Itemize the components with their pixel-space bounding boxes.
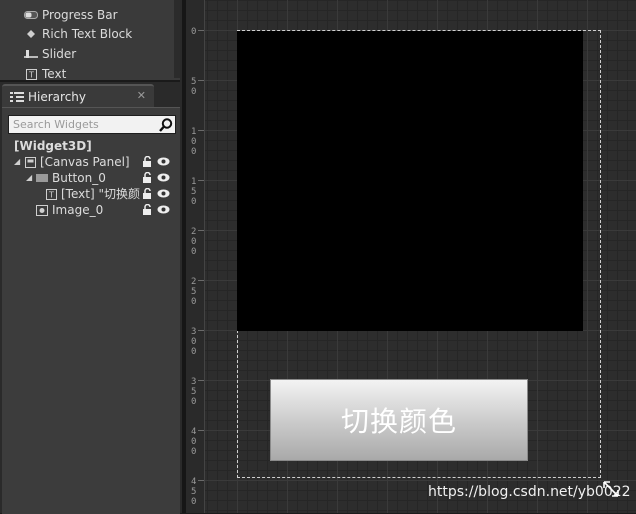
- palette-item-slider[interactable]: Slider: [24, 44, 76, 64]
- tree-item-image[interactable]: Image_0: [36, 202, 103, 218]
- eye-icon[interactable]: [157, 204, 170, 215]
- widget-palette: Progress Bar Rich Text Block Slider T Te…: [0, 0, 180, 82]
- lock-icon[interactable]: [142, 188, 153, 199]
- svg-text:T: T: [48, 190, 54, 199]
- tree-item-label: Button_0: [52, 171, 106, 185]
- lock-icon[interactable]: [142, 156, 153, 167]
- hierarchy-panel: [Widget3D] ◢ [Canvas Panel] ◢ Button_0: [2, 107, 180, 514]
- switch-color-button[interactable]: 切换颜色: [270, 379, 528, 461]
- tree-item-label: [Text] "切换颜色: [61, 187, 140, 201]
- eye-icon[interactable]: [157, 156, 170, 167]
- search-box: [8, 115, 176, 134]
- ruler-label: 300: [191, 327, 197, 357]
- palette-item-label: Slider: [42, 47, 77, 61]
- tree-item-text[interactable]: T [Text] "切换颜色: [46, 186, 140, 202]
- tree-item-button[interactable]: ◢ Button_0: [26, 170, 106, 186]
- vertical-ruler: 0 50 100 150 200 250 300 350 400 450: [186, 0, 205, 513]
- row-actions: [142, 188, 170, 199]
- tree-item-label: [Canvas Panel]: [40, 155, 130, 169]
- row-actions: [142, 156, 170, 167]
- lock-icon[interactable]: [142, 204, 153, 215]
- left-panel: Progress Bar Rich Text Block Slider T Te…: [0, 0, 182, 514]
- slider-icon: [24, 47, 38, 61]
- ruler-label: 400: [191, 427, 197, 457]
- lock-icon[interactable]: [142, 172, 153, 183]
- watermark: https://blog.csdn.net/yb0022: [428, 484, 631, 500]
- tree-item-widget3d[interactable]: [Widget3D]: [14, 138, 92, 154]
- svg-text:T: T: [28, 70, 34, 79]
- ruler-label: 450: [191, 477, 197, 507]
- ruler-label: 350: [191, 377, 197, 407]
- palette-item-label: Rich Text Block: [42, 27, 133, 41]
- tree-item-label: Image_0: [52, 203, 104, 217]
- canvas-panel-icon: [24, 156, 36, 168]
- ruler-label: 100: [191, 127, 197, 157]
- expand-arrow-icon[interactable]: ◢: [26, 170, 34, 186]
- tab-label: Hierarchy: [28, 90, 87, 104]
- eye-icon[interactable]: [157, 172, 170, 183]
- text-widget-icon: T: [46, 188, 57, 200]
- search-input[interactable]: [9, 116, 155, 133]
- text-icon: T: [24, 67, 38, 80]
- palette-item-progress-bar[interactable]: Progress Bar: [24, 5, 118, 25]
- ruler-label: 0: [191, 27, 197, 37]
- button-label: 切换颜色: [340, 405, 457, 438]
- tree-item-label: [Widget3D]: [14, 139, 92, 153]
- row-actions: [142, 172, 170, 183]
- ruler-label: 250: [191, 277, 197, 307]
- expand-arrow-icon[interactable]: ◢: [14, 154, 22, 170]
- palette-item-label: Progress Bar: [42, 8, 118, 22]
- palette-item-text[interactable]: T Text: [24, 64, 67, 81]
- ruler-label: 50: [191, 77, 197, 97]
- search-icon[interactable]: [158, 117, 174, 133]
- resize-handle-icon[interactable]: [602, 480, 620, 498]
- row-actions: [142, 204, 170, 215]
- progress-bar-icon: [24, 8, 38, 22]
- image-widget-icon: [36, 204, 48, 216]
- ruler-label: 150: [191, 177, 197, 207]
- close-icon[interactable]: ✕: [137, 89, 146, 102]
- eye-icon[interactable]: [157, 188, 170, 199]
- tree-item-canvas-panel[interactable]: ◢ [Canvas Panel]: [14, 154, 130, 170]
- tab-hierarchy[interactable]: Hierarchy ✕: [2, 84, 154, 108]
- rich-text-icon: [24, 27, 38, 41]
- palette-scrollbar[interactable]: [174, 0, 180, 78]
- designer-viewport[interactable]: 0 50 100 150 200 250 300 350 400 450 切换颜色 https:/…: [186, 0, 636, 513]
- image-widget[interactable]: [237, 31, 583, 331]
- palette-item-label: Text: [42, 67, 67, 81]
- palette-item-rich-text-block[interactable]: Rich Text Block: [24, 24, 132, 44]
- hierarchy-icon: [10, 91, 24, 103]
- button-widget-icon: [36, 172, 48, 184]
- ruler-label: 200: [191, 227, 197, 257]
